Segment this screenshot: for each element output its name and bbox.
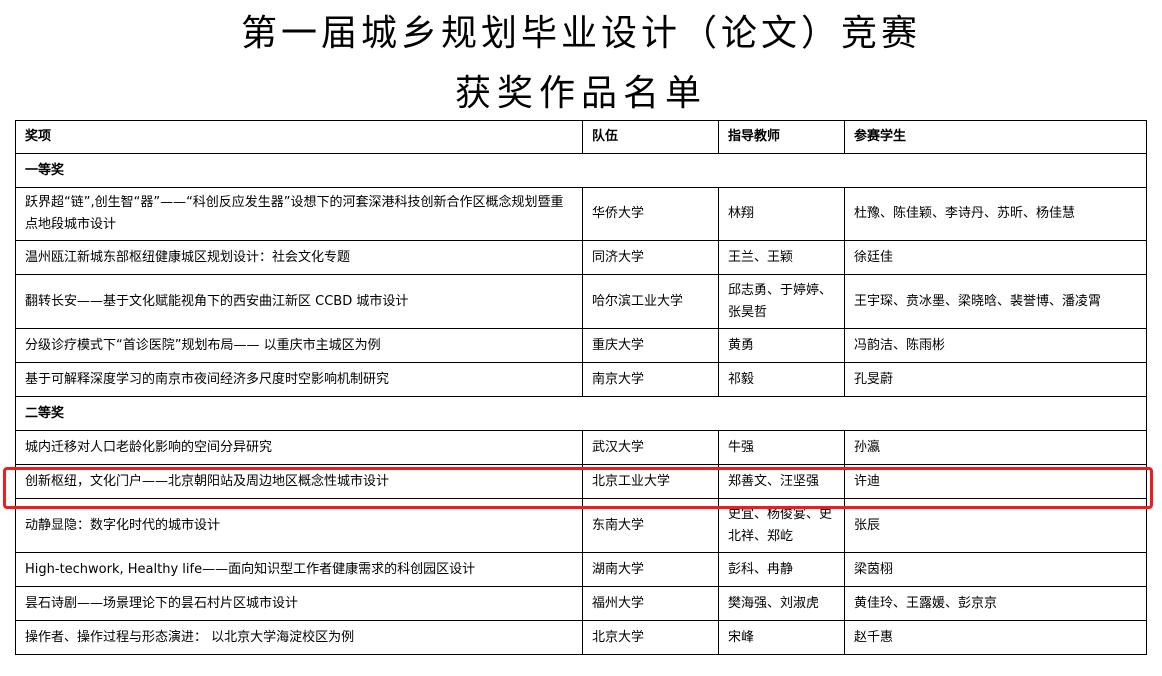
advisor-names: 王兰、王颖 xyxy=(718,240,845,275)
work-title: 分级诊疗模式下“首诊医院”规划布局—— 以重庆市主城区为例 xyxy=(15,328,583,363)
table-header-row: 奖项 队伍 指导教师 参赛学生 xyxy=(15,120,1147,154)
table-row: 分级诊疗模式下“首诊医院”规划布局—— 以重庆市主城区为例 重庆大学 黄勇 冯韵… xyxy=(15,328,1147,363)
table-row: 操作者、操作过程与形态演进： 以北京大学海淀校区为例 北京大学 宋峰 赵千惠 xyxy=(15,620,1147,655)
header-students: 参赛学生 xyxy=(844,120,1147,154)
work-title: 城内迁移对人口老龄化影响的空间分异研究 xyxy=(15,430,583,465)
header-team: 队伍 xyxy=(582,120,719,154)
team-name: 武汉大学 xyxy=(582,430,719,465)
document-subtitle: 获奖作品名单 xyxy=(454,73,707,114)
award-table: 奖项 队伍 指导教师 参赛学生 一等奖 跃界超“链”,创生智“器”——“科创反应… xyxy=(15,120,1147,655)
team-name: 重庆大学 xyxy=(582,328,719,363)
advisor-names: 黄勇 xyxy=(718,328,845,363)
table-row: 昙石诗剧——场景理论下的昙石村片区城市设计 福州大学 樊海强、刘淑虎 黄佳玲、王… xyxy=(15,586,1147,621)
work-title: High-techwork, Healthy life——面向知识型工作者健康需… xyxy=(15,552,583,587)
team-name: 同济大学 xyxy=(582,240,719,275)
advisor-names: 史宜、杨俊宴、史北祥、郑屹 xyxy=(718,498,845,553)
student-names: 孙瀛 xyxy=(844,430,1147,465)
advisor-names: 祁毅 xyxy=(718,362,845,397)
section-label: 二等奖 xyxy=(15,396,1147,431)
work-title: 温州瓯江新城东部枢纽健康城区规划设计：社会文化专题 xyxy=(15,240,583,275)
work-title: 翻转长安——基于文化赋能视角下的西安曲江新区 CCBD 城市设计 xyxy=(15,274,583,329)
student-names: 徐廷佳 xyxy=(844,240,1147,275)
advisor-names: 彭科、冉静 xyxy=(718,552,845,587)
work-title: 操作者、操作过程与形态演进： 以北京大学海淀校区为例 xyxy=(15,620,583,655)
team-name: 福州大学 xyxy=(582,586,719,621)
work-title: 跃界超“链”,创生智“器”——“科创反应发生器”设想下的河套深港科技创新合作区概… xyxy=(15,187,583,241)
student-names: 许迪 xyxy=(844,464,1147,499)
advisor-names: 樊海强、刘淑虎 xyxy=(718,586,845,621)
work-title: 昙石诗剧——场景理论下的昙石村片区城市设计 xyxy=(15,586,583,621)
advisor-names: 牛强 xyxy=(718,430,845,465)
header-award: 奖项 xyxy=(15,120,583,154)
table-row: 基于可解释深度学习的南京市夜间经济多尺度时空影响机制研究 南京大学 祁毅 孔旻蔚 xyxy=(15,362,1147,397)
table-row: 城内迁移对人口老龄化影响的空间分异研究 武汉大学 牛强 孙瀛 xyxy=(15,430,1147,465)
table-row: High-techwork, Healthy life——面向知识型工作者健康需… xyxy=(15,552,1147,587)
team-name: 北京大学 xyxy=(582,620,719,655)
team-name: 北京工业大学 xyxy=(582,464,719,499)
document-title: 第一届城乡规划毕业设计（论文）竞赛 xyxy=(240,13,921,54)
section-label: 一等奖 xyxy=(15,153,1147,188)
table-row: 跃界超“链”,创生智“器”——“科创反应发生器”设想下的河套深港科技创新合作区概… xyxy=(15,187,1147,241)
section-row-first-prize: 一等奖 xyxy=(15,153,1147,188)
table-row: 翻转长安——基于文化赋能视角下的西安曲江新区 CCBD 城市设计 哈尔滨工业大学… xyxy=(15,274,1147,329)
student-names: 孔旻蔚 xyxy=(844,362,1147,397)
advisor-names: 邱志勇、于婷婷、张昊哲 xyxy=(718,274,845,329)
student-names: 张辰 xyxy=(844,498,1147,553)
team-name: 湖南大学 xyxy=(582,552,719,587)
student-names: 梁茵栩 xyxy=(844,552,1147,587)
section-row-second-prize: 二等奖 xyxy=(15,396,1147,431)
team-name: 华侨大学 xyxy=(582,187,719,241)
student-names: 王宇琛、贲冰墨、梁晓晗、裴誉博、潘凌霄 xyxy=(844,274,1147,329)
student-names: 黄佳玲、王露媛、彭京京 xyxy=(844,586,1147,621)
advisor-names: 宋峰 xyxy=(718,620,845,655)
team-name: 东南大学 xyxy=(582,498,719,553)
header-advisor: 指导教师 xyxy=(718,120,845,154)
student-names: 冯韵洁、陈雨彬 xyxy=(844,328,1147,363)
team-name: 哈尔滨工业大学 xyxy=(582,274,719,329)
table-row: 动静显隐：数字化时代的城市设计 东南大学 史宜、杨俊宴、史北祥、郑屹 张辰 xyxy=(15,498,1147,553)
work-title: 动静显隐：数字化时代的城市设计 xyxy=(15,498,583,553)
table-row-highlighted: 创新枢纽，文化门户——北京朝阳站及周边地区概念性城市设计 北京工业大学 郑善文、… xyxy=(15,464,1147,499)
student-names: 杜豫、陈佳颖、李诗丹、苏昕、杨佳慧 xyxy=(844,187,1147,241)
advisor-names: 林翔 xyxy=(718,187,845,241)
work-title: 创新枢纽，文化门户——北京朝阳站及周边地区概念性城市设计 xyxy=(15,464,583,499)
work-title: 基于可解释深度学习的南京市夜间经济多尺度时空影响机制研究 xyxy=(15,362,583,397)
team-name: 南京大学 xyxy=(582,362,719,397)
advisor-names: 郑善文、汪坚强 xyxy=(718,464,845,499)
table-row: 温州瓯江新城东部枢纽健康城区规划设计：社会文化专题 同济大学 王兰、王颖 徐廷佳 xyxy=(15,240,1147,275)
student-names: 赵千惠 xyxy=(844,620,1147,655)
